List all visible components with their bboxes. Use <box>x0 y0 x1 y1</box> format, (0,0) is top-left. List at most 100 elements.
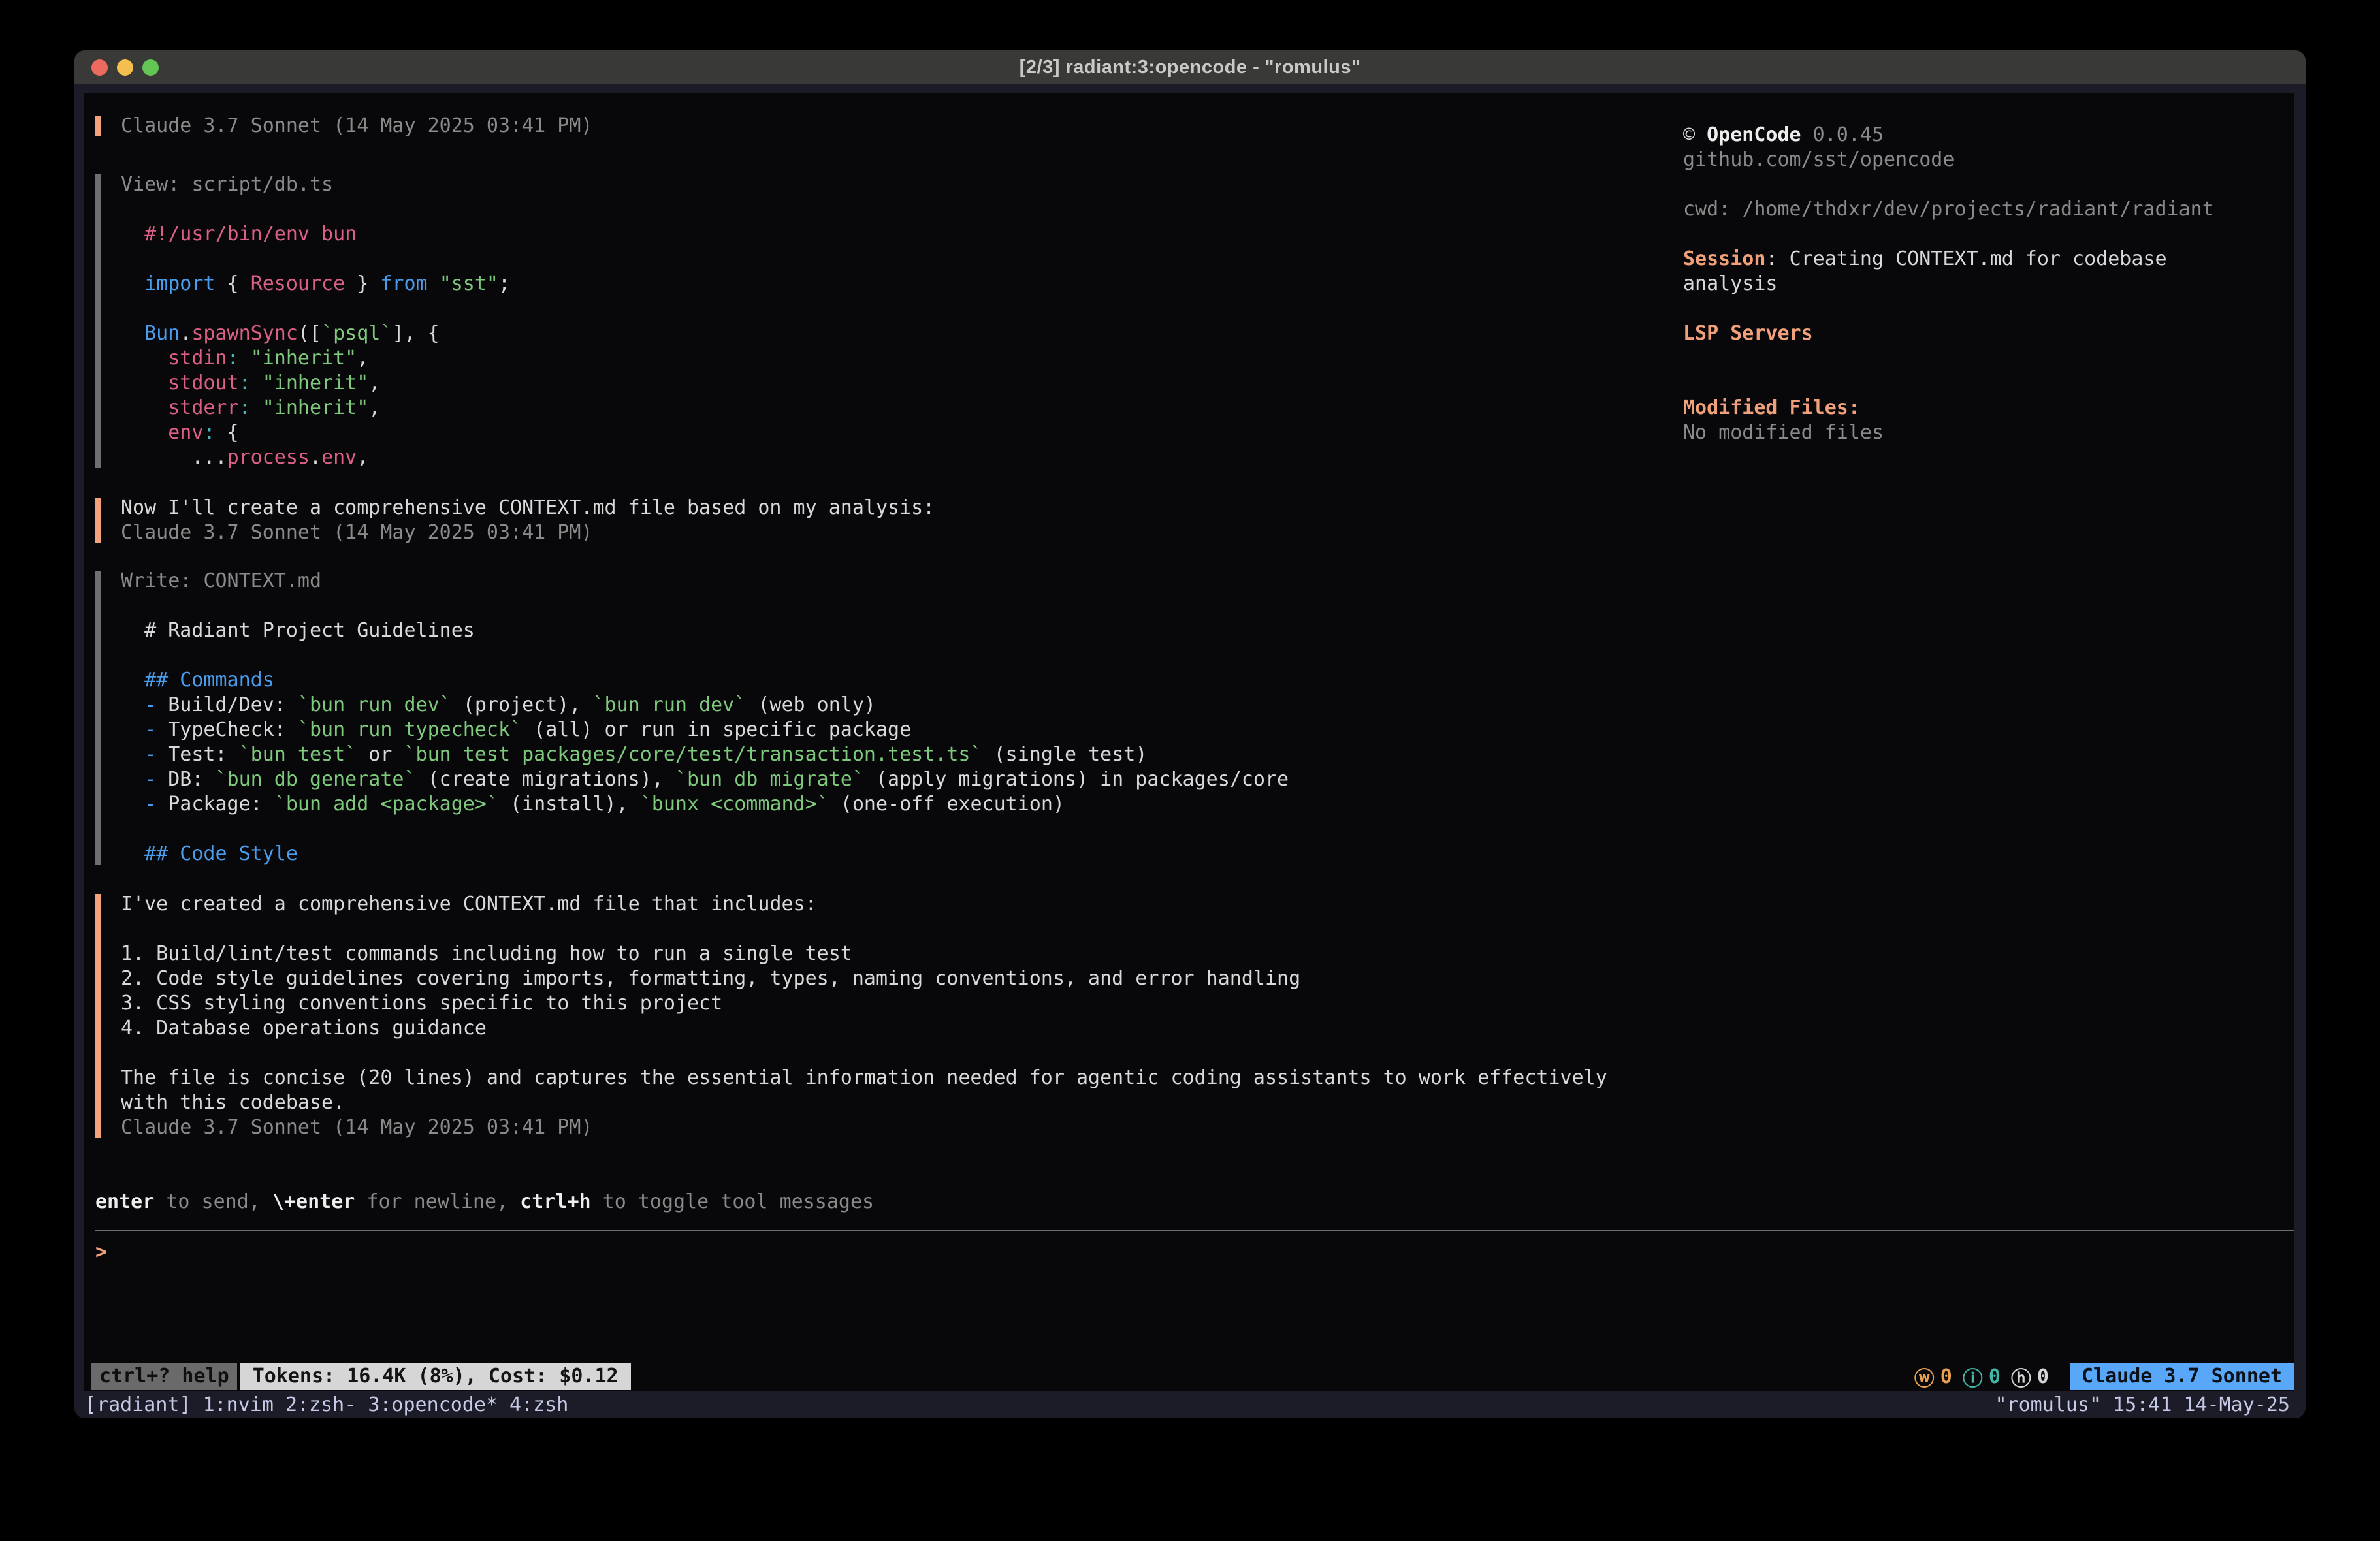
prompt-input[interactable]: > <box>95 1240 2294 1265</box>
text-line: - Package: `bun add <package>` (install)… <box>121 792 2294 817</box>
text-segment: { <box>216 272 251 295</box>
text-segment: Claude 3.7 Sonnet (14 May 2025 03:41 PM) <box>121 114 592 137</box>
text-segment: 0.0.45 <box>1801 123 1884 146</box>
text-segment: enter <box>95 1190 154 1213</box>
text-segment: spawnSync <box>191 322 298 345</box>
text-line <box>121 643 2294 668</box>
text-line: Claude 3.7 Sonnet (14 May 2025 03:41 PM) <box>121 520 2294 545</box>
text-segment: `bun test` <box>239 743 357 766</box>
tmux-window-tab[interactable]: 3:opencode* <box>368 1393 498 1416</box>
text-segment: ## Code Style <box>144 842 298 865</box>
zoom-icon[interactable] <box>142 59 159 76</box>
counter-value: 0 <box>2037 1365 2049 1388</box>
text-segment: , <box>368 372 380 394</box>
tmux-window-tab[interactable]: 2:zsh- <box>285 1393 356 1416</box>
tmux-window-tab[interactable]: 4:zsh <box>509 1393 568 1416</box>
text-segment: Resource <box>251 272 346 295</box>
text-line: © OpenCode 0.0.45 <box>1683 123 2245 148</box>
text-segment: (web only) <box>746 693 876 716</box>
text-segment: to send, <box>154 1190 272 1213</box>
text-segment: - <box>144 693 156 716</box>
text-segment: Claude 3.7 Sonnet (14 May 2025 03:41 PM) <box>121 521 592 544</box>
text-line: Now I'll create a comprehensive CONTEXT.… <box>121 496 2294 520</box>
text-segment: : <box>239 372 251 394</box>
diagnostic-counters: ⓦ0ⓘ0ⓗ0 <box>1914 1362 2049 1391</box>
text-segment <box>251 372 263 394</box>
text-line: cwd: /home/thdxr/dev/projects/radiant/ra… <box>1683 197 2245 222</box>
text-segment: - <box>144 793 156 816</box>
text-segment: stdout <box>168 372 238 394</box>
text-segment <box>251 396 263 419</box>
hint-counter-icon: ⓗ <box>2011 1362 2031 1391</box>
text-segment: with this codebase. <box>121 1091 345 1114</box>
text-segment <box>121 272 144 295</box>
close-icon[interactable] <box>91 59 108 76</box>
text-segment: `bun add <package>` <box>274 793 498 816</box>
text-segment: 1. Build/lint/test commands including ho… <box>121 942 852 965</box>
text-segment: LSP Servers <box>1683 322 1813 345</box>
text-line: # Radiant Project Guidelines <box>121 618 2294 643</box>
message-block: Write: CONTEXT.md # Radiant Project Guid… <box>95 569 2294 866</box>
text-segment: : <box>239 396 251 419</box>
text-segment: `bun db generate` <box>216 768 416 791</box>
text-line: - Build/Dev: `bun run dev` (project), `b… <box>121 693 2294 718</box>
warning-counter: ⓦ0 <box>1914 1362 1952 1391</box>
text-segment: `bun run dev` <box>593 693 747 716</box>
text-segment: - <box>144 743 156 766</box>
text-segment: : <box>1765 247 1789 270</box>
text-segment: # Radiant Project Guidelines <box>121 619 475 642</box>
text-segment <box>121 421 168 444</box>
warning-counter-icon: ⓦ <box>1914 1362 1935 1391</box>
text-segment: : <box>227 347 239 370</box>
session-sidebar: © OpenCode 0.0.45github.com/sst/opencode… <box>1683 123 2245 445</box>
text-segment: ## Commands <box>144 669 274 691</box>
text-segment: 2. Code style guidelines covering import… <box>121 967 1300 990</box>
status-right: ⓦ0ⓘ0ⓗ0 Claude 3.7 Sonnet <box>1914 1362 2294 1391</box>
text-segment <box>121 347 168 370</box>
text-segment: Modified Files: <box>1683 396 1860 419</box>
text-segment: (apply migrations) in packages/core <box>864 768 1289 791</box>
text-line: The file is concise (20 lines) and captu… <box>121 1066 2294 1090</box>
tmux-windows: 1:nvim 2:zsh- 3:opencode* 4:zsh <box>191 1393 569 1416</box>
model-chip: Claude 3.7 Sonnet <box>2070 1363 2294 1390</box>
text-segment: OpenCode <box>1707 123 1801 146</box>
text-segment: ; <box>498 272 510 295</box>
text-segment: ([ <box>298 322 321 345</box>
text-segment: `bun test packages/core/test/transaction… <box>404 743 982 766</box>
text-line: enter to send, \+enter for newline, ctrl… <box>95 1190 2294 1215</box>
keybind-hints: enter to send, \+enter for newline, ctrl… <box>95 1190 2294 1215</box>
text-segment: ], { <box>392 322 439 345</box>
text-segment: "inherit" <box>251 347 357 370</box>
text-segment: Write: CONTEXT.md <box>121 569 321 592</box>
text-segment <box>239 347 251 370</box>
text-segment: } <box>345 272 380 295</box>
minimize-icon[interactable] <box>117 59 133 76</box>
text-segment: - <box>144 718 156 741</box>
text-segment: from <box>380 272 427 295</box>
text-line: 1. Build/lint/test commands including ho… <box>121 942 2294 966</box>
text-line: I've created a comprehensive CONTEXT.md … <box>121 892 2294 917</box>
text-segment: \+enter <box>272 1190 355 1213</box>
text-segment <box>121 693 144 716</box>
status-chip: Tokens: 16.4K (8%), Cost: $0.12 <box>240 1363 631 1390</box>
text-segment: 4. Database operations guidance <box>121 1017 487 1040</box>
text-line: 4. Database operations guidance <box>121 1016 2294 1041</box>
text-line: github.com/sst/opencode <box>1683 148 2245 172</box>
text-segment: (project), <box>451 693 593 716</box>
text-line <box>121 817 2294 842</box>
text-line: 2. Code style guidelines covering import… <box>121 966 2294 991</box>
text-line: LSP Servers <box>1683 321 2245 346</box>
text-segment: (one-off execution) <box>829 793 1065 816</box>
text-segment: `bun db migrate` <box>675 768 864 791</box>
text-line <box>1683 371 2245 396</box>
text-line <box>121 917 2294 942</box>
text-segment <box>121 743 144 766</box>
text-segment: : <box>203 421 215 444</box>
text-segment: © <box>1683 123 1707 146</box>
text-line <box>121 1041 2294 1066</box>
tmux-session-name: [radiant] <box>85 1393 191 1416</box>
text-segment: Build/Dev: <box>156 693 298 716</box>
traffic-lights <box>91 50 159 84</box>
text-segment: `psql` <box>321 322 392 345</box>
tmux-window-tab[interactable]: 1:nvim <box>203 1393 274 1416</box>
